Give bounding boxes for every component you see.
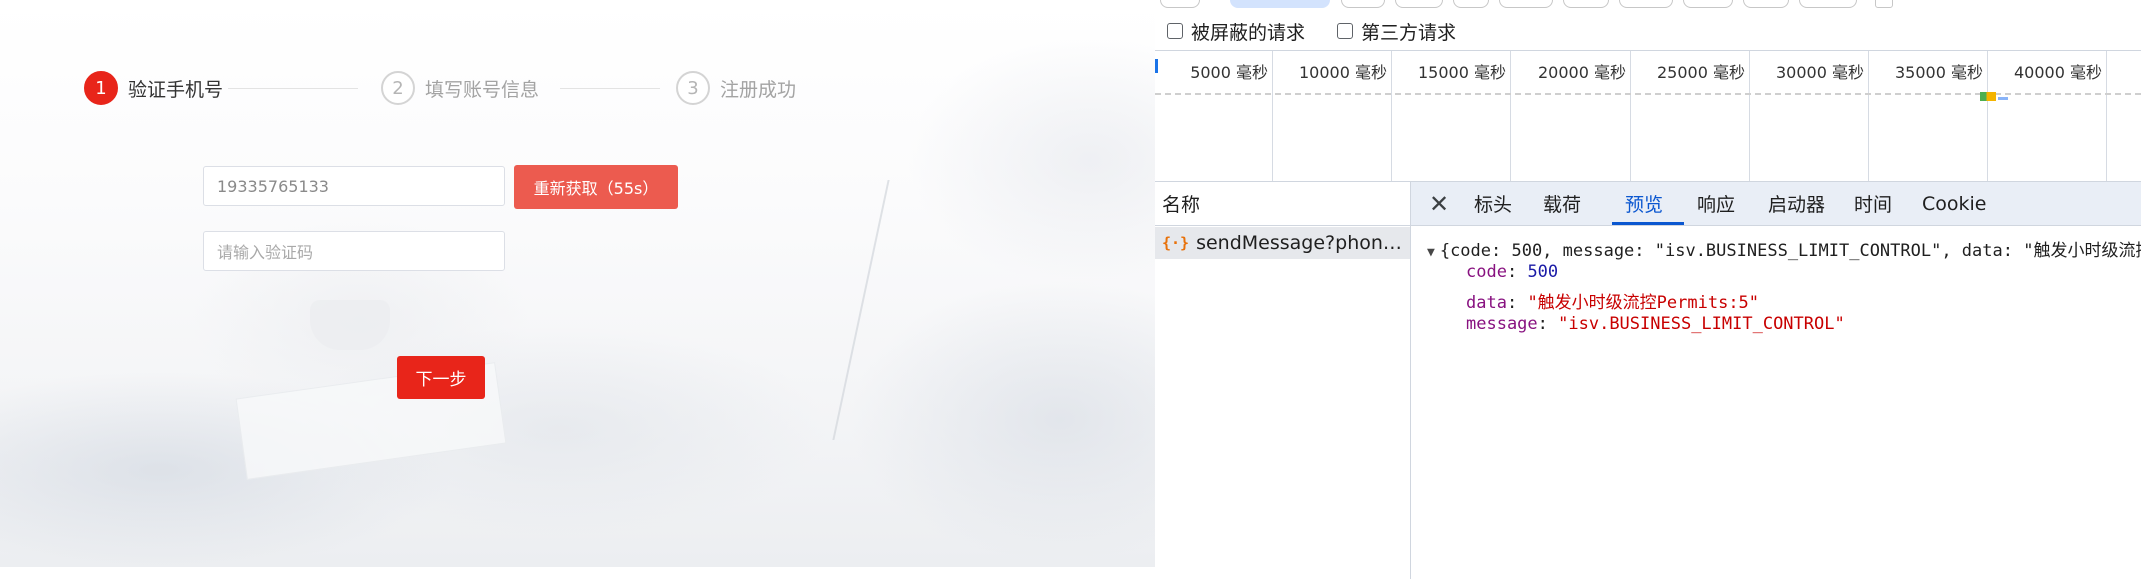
json-key: message — [1466, 314, 1538, 334]
name-column-header[interactable]: 名称 — [1155, 182, 1410, 226]
page-bottom-margin — [0, 567, 1155, 579]
phone-input[interactable]: 19335765133 — [203, 166, 505, 206]
timeline-tick-label: 20000 毫秒 — [1538, 63, 1626, 82]
filter-chip[interactable] — [1743, 0, 1789, 8]
filter-chip[interactable] — [1395, 0, 1443, 8]
json-key: data — [1466, 293, 1507, 313]
timeline-column: 30000 毫秒 — [1750, 51, 1869, 181]
step-account-info: 2 填写账号信息 — [381, 68, 539, 108]
active-tab-indicator — [1612, 222, 1684, 225]
filter-chip[interactable] — [1619, 0, 1673, 8]
third-party-checkbox[interactable]: 第三方请求 — [1337, 18, 1456, 45]
step-label: 注册成功 — [720, 78, 797, 101]
json-value: "isv.BUSINESS_LIMIT_CONTROL" — [1558, 314, 1845, 334]
json-key: code — [1466, 262, 1507, 282]
response-preview: ▼ {code: 500, message: "isv.BUSINESS_LIMI… — [1411, 226, 2141, 579]
devtools-network-panel: 被屏蔽的请求 第三方请求 5000 毫秒 10000 毫秒 15000 毫秒 2… — [1155, 0, 2141, 579]
third-party-label: 第三方请求 — [1361, 21, 1457, 44]
checkbox-box[interactable] — [1337, 23, 1354, 39]
step-verify-phone: 1 验证手机号 — [84, 68, 223, 108]
filter-chip-selected[interactable] — [1230, 0, 1330, 8]
step-number: 1 — [84, 71, 118, 105]
json-summary: {code: 500, message: "isv.BUSINESS_LIMIT… — [1439, 241, 2141, 261]
timeline-tick-label: 10000 毫秒 — [1299, 63, 1387, 82]
timeline-request-bar[interactable] — [1998, 97, 2008, 100]
tab-payload[interactable]: 载荷 — [1543, 182, 1581, 225]
next-step-button[interactable]: 下一步 — [397, 356, 485, 399]
json-field-message: message: "isv.BUSINESS_LIMIT_CONTROL" — [1466, 314, 1845, 334]
registration-page: 1 验证手机号 2 填写账号信息 3 注册成功 19335765133 重新获取… — [0, 0, 1155, 567]
checkbox-box[interactable] — [1167, 23, 1183, 39]
step-label: 填写账号信息 — [425, 78, 540, 101]
timeline-tick-label: 5000 毫秒 — [1190, 63, 1268, 82]
filter-chip[interactable] — [1563, 0, 1609, 8]
timeline-column: 15000 毫秒 — [1392, 51, 1511, 181]
filter-chip[interactable] — [1799, 0, 1857, 8]
json-value: 500 — [1527, 262, 1559, 282]
tab-cookie[interactable]: Cookie — [1922, 182, 1987, 225]
request-row[interactable]: {·} sendMessage?phone=... — [1155, 227, 1410, 259]
request-detail-tabs: ✕ 标头 载荷 预览 响应 启动器 时间 Cookie — [1411, 182, 2141, 226]
timeline-column: 40000 毫秒 — [1988, 51, 2107, 181]
checkbox-partial[interactable] — [1875, 0, 1893, 8]
tab-preview[interactable]: 预览 — [1625, 182, 1663, 225]
timeline-column: 10000 毫秒 — [1273, 51, 1392, 181]
timeline-request-bar[interactable] — [1980, 92, 1996, 101]
request-list-pane: 名称 {·} sendMessage?phone=... — [1155, 182, 1411, 579]
timeline-tick-label: 15000 毫秒 — [1418, 63, 1506, 82]
timeline-tick-label: 35000 毫秒 — [1895, 63, 1983, 82]
tab-response[interactable]: 响应 — [1697, 182, 1735, 225]
step-connector-line — [228, 88, 358, 89]
step-number: 3 — [676, 71, 710, 105]
background-laptop-shape — [832, 180, 1155, 440]
phone-input-value: 19335765133 — [217, 176, 329, 196]
background-cup-shape — [310, 300, 390, 350]
timeline-column: 25000 毫秒 — [1631, 51, 1750, 181]
timeline-tick-label: 30000 毫秒 — [1776, 63, 1864, 82]
resend-code-button[interactable]: 重新获取（55s） — [514, 165, 678, 209]
tab-headers[interactable]: 标头 — [1474, 182, 1512, 225]
blocked-requests-checkbox[interactable]: 被屏蔽的请求 — [1167, 18, 1305, 45]
timeline-column: 5000 毫秒 — [1155, 51, 1273, 181]
tab-timing[interactable]: 时间 — [1854, 182, 1892, 225]
step-register-success: 3 注册成功 — [676, 68, 796, 108]
timeline-column: 20000 毫秒 — [1511, 51, 1631, 181]
filter-chip[interactable] — [1341, 0, 1385, 8]
verification-code-input[interactable]: 请输入验证码 — [203, 231, 505, 271]
expand-triangle-icon[interactable]: ▼ — [1427, 245, 1435, 260]
step-connector-line — [560, 88, 660, 89]
verification-code-placeholder: 请输入验证码 — [217, 243, 314, 262]
tab-initiator[interactable]: 启动器 — [1768, 182, 1825, 225]
json-field-code: code: 500 — [1466, 262, 1559, 282]
timeline-column: 35000 毫秒 — [1869, 51, 1988, 181]
json-summary-line[interactable]: ▼ {code: 500, message: "isv.BUSINESS_LIMI… — [1427, 236, 2141, 261]
resource-type-filter-bar — [1155, 0, 2141, 12]
filter-chip[interactable] — [1453, 0, 1489, 8]
json-file-icon: {·} — [1162, 234, 1190, 252]
json-value: "触发小时级流控Permits:5" — [1527, 293, 1760, 313]
close-icon[interactable]: ✕ — [1425, 190, 1453, 218]
timeline-tick-label: 25000 毫秒 — [1657, 63, 1745, 82]
request-filter-options: 被屏蔽的请求 第三方请求 — [1155, 16, 2141, 46]
filter-chip[interactable] — [1160, 0, 1200, 8]
step-label: 验证手机号 — [128, 78, 224, 101]
blocked-requests-label: 被屏蔽的请求 — [1191, 21, 1306, 44]
step-number: 2 — [381, 71, 415, 105]
network-overview-timeline[interactable]: 5000 毫秒 10000 毫秒 15000 毫秒 20000 毫秒 25000… — [1155, 50, 2141, 182]
timeline-tick-label: 40000 毫秒 — [2014, 63, 2102, 82]
filter-chip[interactable] — [1683, 0, 1733, 8]
request-name: sendMessage?phone=... — [1196, 232, 1410, 254]
json-field-data: data: "触发小时级流控Permits:5" — [1466, 293, 1760, 313]
filter-chip[interactable] — [1499, 0, 1553, 8]
